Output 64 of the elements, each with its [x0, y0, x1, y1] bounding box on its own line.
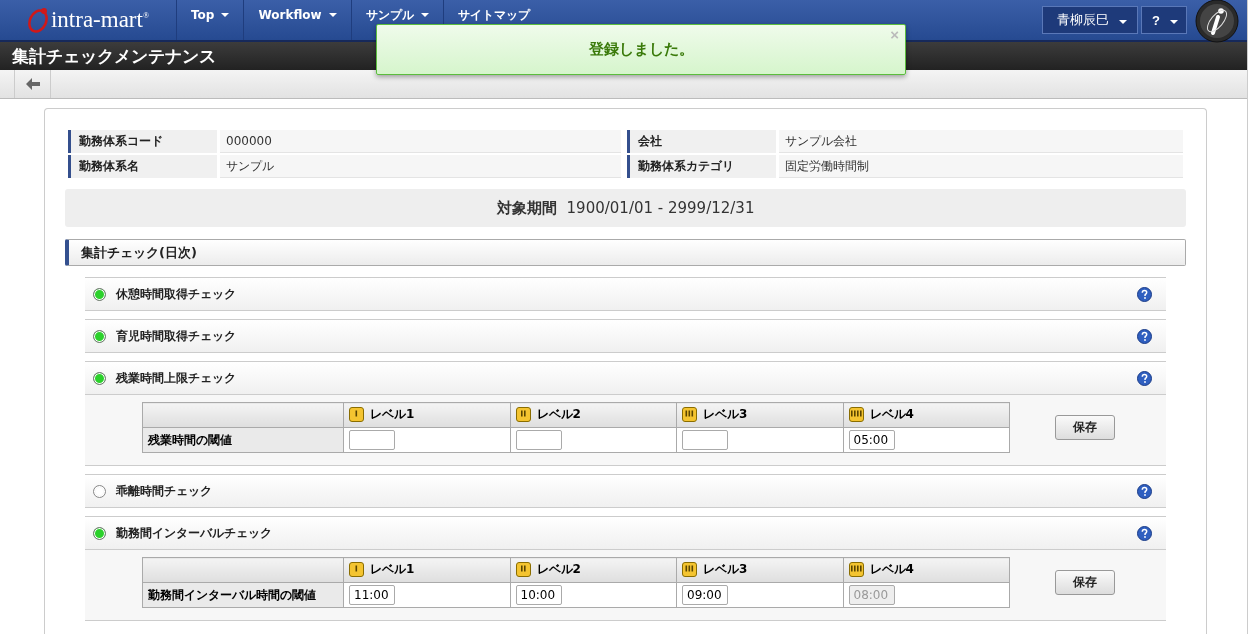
- page-title: 集計チェックメンテナンス: [12, 44, 216, 68]
- back-button[interactable]: [14, 70, 51, 98]
- nav-menu-item[interactable]: Top: [176, 0, 244, 40]
- warning-level-icon: [515, 406, 531, 422]
- level-label: レベル3: [703, 560, 748, 578]
- field-value: サンプル会社: [779, 130, 1183, 153]
- warning-level-icon: [349, 561, 364, 577]
- row-label: 残業時間の閾値: [142, 427, 344, 453]
- caret-icon: [328, 13, 337, 17]
- save-button[interactable]: 保存: [1055, 570, 1115, 595]
- nav-menu-item[interactable]: Workflow: [243, 0, 351, 40]
- level-label: レベル2: [536, 560, 581, 578]
- field-value: 固定労働時間制: [779, 155, 1183, 178]
- help-icon[interactable]: [1137, 286, 1152, 302]
- check-name: 残業時間上限チェック: [116, 369, 237, 387]
- row-label: 勤務間インターバル時間の閾値: [142, 582, 344, 608]
- warning-level-icon: [848, 561, 864, 577]
- logo-icon[interactable]: [1195, 0, 1239, 43]
- threshold-input[interactable]: [515, 430, 562, 450]
- period-label: 対象期間: [496, 198, 557, 218]
- help-icon[interactable]: [1137, 328, 1152, 344]
- threshold-input[interactable]: 11:00: [349, 585, 395, 605]
- warning-level-icon: [349, 406, 364, 422]
- help-menu-button[interactable]: ?: [1141, 6, 1187, 34]
- field-value: サンプル: [220, 155, 621, 178]
- warning-level-icon: [682, 406, 697, 422]
- warning-level-icon: [682, 561, 697, 577]
- level-label: レベル1: [370, 405, 415, 423]
- help-icon[interactable]: [1137, 483, 1152, 499]
- user-menu-button[interactable]: 青柳辰巳: [1042, 6, 1139, 34]
- threshold-input[interactable]: 09:00: [682, 585, 728, 605]
- field-label: 勤務体系コード: [68, 130, 217, 153]
- save-button[interactable]: 保存: [1055, 415, 1115, 440]
- caret-icon: [420, 13, 429, 17]
- field-value: 000000: [220, 130, 621, 153]
- check-name: 乖離時間チェック: [116, 482, 213, 500]
- field-label: 勤務体系名: [68, 155, 217, 178]
- section-title: 集計チェック(日次): [81, 243, 197, 262]
- level-label: レベル4: [869, 405, 914, 423]
- check-name: 勤務間インターバルチェック: [116, 524, 273, 542]
- threshold-input[interactable]: [682, 430, 728, 450]
- caret-icon: [1119, 20, 1128, 24]
- toast-message: 登録しました。: [588, 40, 694, 59]
- level-label: レベル2: [536, 405, 581, 423]
- caret-icon: [221, 13, 230, 17]
- warning-level-icon: [848, 406, 864, 422]
- help-icon[interactable]: [1137, 370, 1152, 386]
- threshold-input[interactable]: 10:00: [515, 585, 562, 605]
- threshold-input[interactable]: [349, 430, 395, 450]
- threshold-input[interactable]: 05:00: [848, 430, 895, 450]
- level-label: レベル3: [703, 405, 748, 423]
- level-label: レベル4: [869, 560, 914, 578]
- logo-icon: [26, 7, 49, 33]
- caret-icon: [1170, 20, 1178, 24]
- help-icon[interactable]: [1137, 525, 1152, 541]
- logo-text[interactable]: intra-mart$^{®}$: [50, 7, 149, 33]
- period-value: 1900/01/01 - 2999/12/31: [566, 199, 755, 217]
- check-name: 育児時間取得チェック: [116, 327, 237, 345]
- warning-level-icon: [515, 561, 531, 577]
- field-label: 会社: [627, 130, 776, 153]
- field-label: 勤務体系カテゴリ: [627, 155, 776, 178]
- level-label: レベル1: [370, 560, 415, 578]
- check-name: 休憩時間取得チェック: [116, 285, 237, 303]
- back-arrow-icon: [25, 78, 40, 90]
